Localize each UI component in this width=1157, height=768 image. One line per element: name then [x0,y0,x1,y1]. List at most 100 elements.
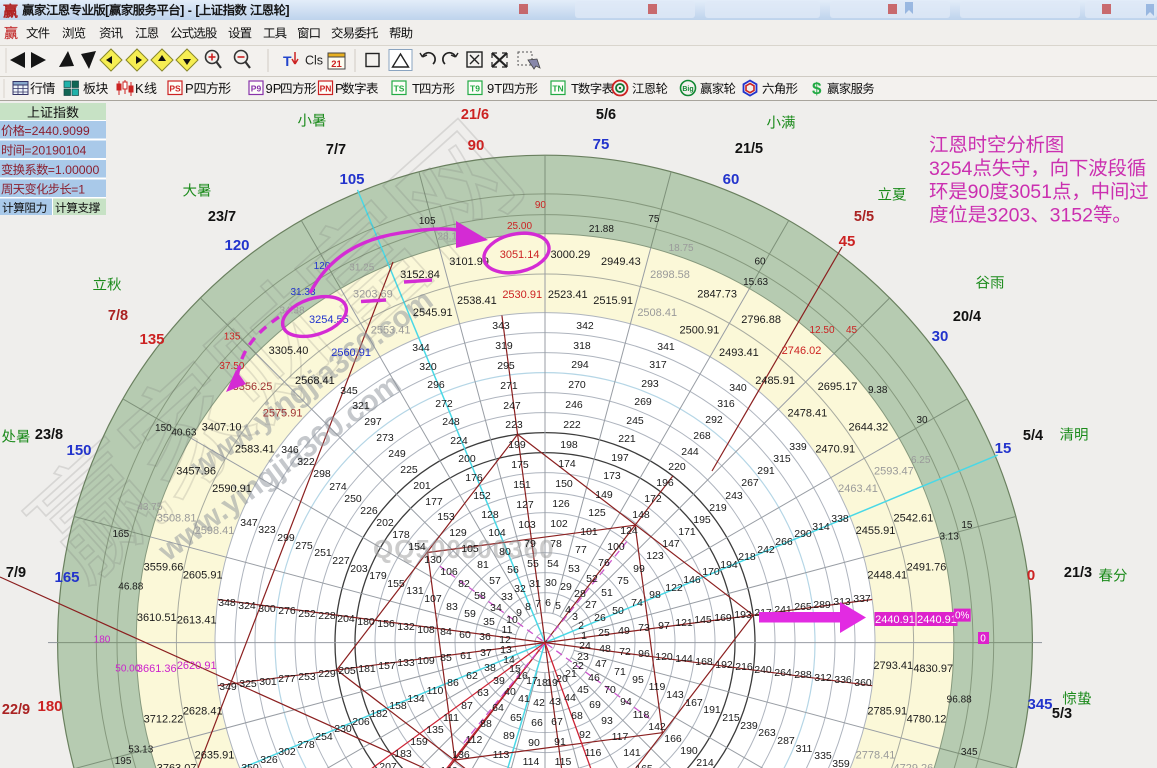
svg-text:9P: 9P [266,81,282,96]
svg-text:2493.41: 2493.41 [719,347,759,359]
svg-text:23/7: 23/7 [208,209,236,225]
svg-text:226: 226 [360,505,378,517]
svg-text:142: 142 [648,721,666,733]
svg-text:87: 87 [461,700,473,712]
svg-text:153: 153 [437,511,455,523]
svg-text:193: 193 [734,609,752,621]
svg-text:130: 130 [424,554,442,566]
svg-text:30: 30 [932,328,949,345]
svg-text:245: 245 [626,415,644,427]
svg-text:111: 111 [443,712,459,724]
svg-text:90: 90 [468,137,485,154]
svg-text:229: 229 [318,668,336,680]
svg-text:PS: PS [169,84,181,94]
svg-text:158: 158 [389,700,407,712]
svg-text:4729.26: 4729.26 [894,762,934,768]
svg-text:21: 21 [331,59,342,70]
svg-text:=1: =1 [71,183,85,197]
svg-text:242: 242 [757,544,775,556]
svg-text:177: 177 [425,496,443,508]
svg-text:5: 5 [555,600,561,612]
svg-text:127: 127 [516,499,534,511]
svg-text:55: 55 [527,558,539,570]
svg-text:268: 268 [693,430,711,442]
svg-text:67: 67 [551,716,563,728]
svg-text:118: 118 [633,709,650,721]
svg-text:20/4: 20/4 [953,309,981,325]
svg-text:159: 159 [410,736,428,748]
svg-text:263: 263 [758,727,776,739]
svg-text:Cls: Cls [305,54,323,68]
svg-text:2: 2 [578,620,584,632]
svg-text:0%: 0% [955,611,970,622]
svg-text:58: 58 [474,590,486,602]
svg-text:105: 105 [461,543,479,555]
svg-text:85: 85 [440,652,452,664]
svg-text:149: 149 [595,489,613,501]
svg-text:P: P [335,81,344,96]
svg-text:338: 338 [831,513,849,525]
svg-text:172: 172 [644,493,662,505]
svg-text:2568.41: 2568.41 [295,375,335,387]
svg-text:TS: TS [394,84,405,94]
svg-text:359: 359 [832,758,850,768]
svg-text:223: 223 [505,419,523,431]
svg-text:2523.41: 2523.41 [548,289,588,301]
svg-text:P: P [185,81,194,96]
svg-text:148: 148 [632,509,650,521]
svg-text:25.00: 25.00 [507,221,532,232]
svg-text:276: 276 [278,605,296,617]
svg-text:31: 31 [529,578,541,590]
svg-text:147: 147 [662,538,680,550]
svg-text:105: 105 [339,171,364,188]
svg-text:90: 90 [528,737,540,749]
svg-text:216: 216 [735,661,753,673]
svg-text:181: 181 [358,663,376,675]
svg-text:2590.91: 2590.91 [212,483,252,495]
svg-text:75: 75 [593,136,610,153]
svg-text:3508.81: 3508.81 [157,512,197,524]
svg-text:345: 345 [1027,696,1052,713]
svg-text:100: 100 [607,541,625,553]
svg-text:2470.91: 2470.91 [815,444,855,456]
svg-text:156: 156 [377,618,395,630]
svg-text:3051: 3051 [1009,181,1052,203]
svg-text:269: 269 [634,396,652,408]
svg-text:57: 57 [489,575,501,587]
svg-text:207: 207 [379,761,397,768]
svg-text:298: 298 [313,468,331,480]
svg-text:32: 32 [514,583,526,595]
svg-text:2560.91: 2560.91 [331,347,371,359]
svg-text:335: 335 [814,750,832,762]
svg-text:=2440.9099: =2440.9099 [24,124,89,138]
svg-text:53.13: 53.13 [128,744,153,755]
svg-text:339: 339 [789,441,807,453]
svg-text:128: 128 [481,509,499,521]
svg-text:43.75: 43.75 [137,502,162,513]
svg-text:3254: 3254 [929,158,973,180]
svg-text:23: 23 [577,651,589,663]
svg-text:115: 115 [555,756,572,768]
svg-text:2613.41: 2613.41 [177,615,217,627]
svg-text:P9: P9 [251,84,262,94]
svg-text:272: 272 [435,398,453,410]
svg-text:349: 349 [219,681,237,693]
svg-text:121: 121 [675,617,693,629]
svg-text:5/3: 5/3 [1052,706,1072,722]
svg-text:8: 8 [525,601,531,613]
svg-text:0: 0 [980,633,986,644]
svg-text:3203: 3203 [987,204,1030,226]
svg-text:224: 224 [450,435,468,447]
svg-text:2515.91: 2515.91 [593,295,633,307]
svg-text:2491.76: 2491.76 [907,562,947,574]
svg-text:96.88: 96.88 [947,694,972,705]
svg-text:68: 68 [571,710,583,722]
svg-text:Big: Big [682,86,693,93]
svg-text:113: 113 [493,749,510,761]
svg-text:225: 225 [400,464,418,476]
svg-text:6.25: 6.25 [911,455,931,466]
svg-text:99: 99 [633,563,645,575]
svg-text:80: 80 [499,546,511,558]
svg-text:5/4: 5/4 [1023,428,1043,444]
svg-text:202: 202 [376,517,394,529]
